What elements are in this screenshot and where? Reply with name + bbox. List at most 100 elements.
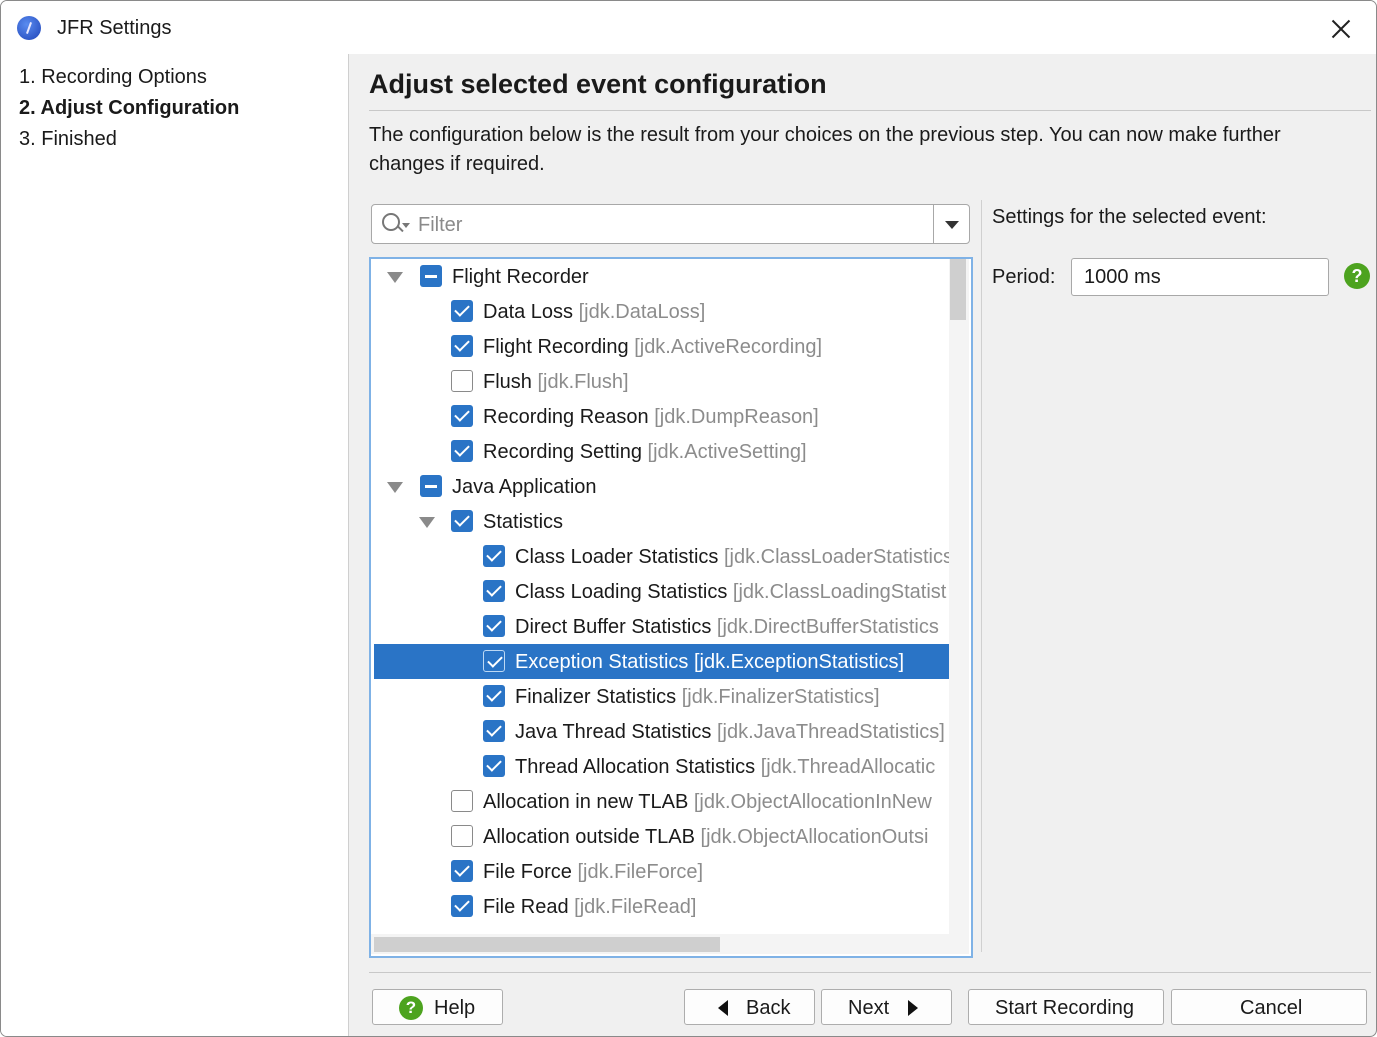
tree-checkbox[interactable] [451, 335, 473, 357]
horizontal-scroll-thumb[interactable] [374, 937, 720, 952]
tree-checkbox[interactable] [451, 510, 473, 532]
tree-row[interactable]: Recording Setting [jdk.ActiveSetting] [374, 434, 949, 469]
tree-checkbox[interactable] [483, 545, 505, 567]
step-finished[interactable]: 3. Finished [19, 128, 117, 151]
tree-row[interactable]: Allocation outside TLAB [jdk.ObjectAlloc… [374, 819, 949, 854]
tree-row-label: Java Application [452, 476, 597, 499]
tree-checkbox[interactable] [451, 405, 473, 427]
next-button[interactable]: Next [821, 989, 952, 1025]
search-options-caret-icon[interactable] [402, 223, 410, 228]
tree-row-label: Flight Recorder [452, 266, 589, 289]
tree-row-label: Recording Setting [jdk.ActiveSetting] [483, 441, 807, 464]
splitter[interactable] [981, 200, 982, 952]
event-name: Statistics [483, 511, 564, 533]
tree-row[interactable]: File Read [jdk.FileRead] [374, 889, 949, 924]
tree-checkbox[interactable] [451, 790, 473, 812]
cancel-button[interactable]: Cancel [1171, 989, 1367, 1025]
divider [369, 972, 1371, 973]
tree-row[interactable]: Flight Recording [jdk.ActiveRecording] [374, 329, 949, 364]
tree-row[interactable]: Exception Statistics [jdk.ExceptionStati… [374, 644, 949, 679]
expand-triangle-icon[interactable] [387, 272, 403, 283]
tree-checkbox[interactable] [483, 580, 505, 602]
window-title: JFR Settings [57, 17, 172, 39]
event-name: Class Loading Statistics [515, 581, 728, 603]
tree-row[interactable]: Allocation in new TLAB [jdk.ObjectAlloca… [374, 784, 949, 819]
search-icon [382, 213, 400, 231]
event-id: [jdk.FinalizerStatistics] [681, 686, 880, 708]
tree-checkbox[interactable] [483, 755, 505, 777]
event-id: [jdk.ClassLoadingStatist [732, 581, 947, 603]
period-field[interactable]: 1000 ms [1071, 258, 1329, 296]
event-id: [jdk.DirectBufferStatistics [716, 616, 939, 638]
settings-title: Settings for the selected event: [992, 206, 1267, 228]
back-button[interactable]: Back [684, 989, 815, 1025]
step-adjust-configuration[interactable]: 2. Adjust Configuration [19, 97, 239, 120]
tree-row[interactable]: Thread Allocation Statistics [jdk.Thread… [374, 749, 949, 784]
page-description: The configuration below is the result fr… [369, 124, 1281, 175]
filter-input[interactable] [416, 211, 920, 239]
tree-row[interactable]: Statistics [374, 504, 949, 539]
event-id: [jdk.DataLoss] [578, 301, 706, 323]
tree-row-label: Thread Allocation Statistics [jdk.Thread… [515, 756, 935, 779]
event-name: Direct Buffer Statistics [515, 616, 712, 638]
event-id: [jdk.ObjectAllocationInNew [693, 791, 932, 813]
start-recording-button[interactable]: Start Recording [968, 989, 1164, 1025]
event-name: File Read [483, 896, 569, 918]
tree-row[interactable]: Data Loss [jdk.DataLoss] [374, 294, 949, 329]
tree-checkbox[interactable] [483, 650, 505, 672]
filter-dropdown-button[interactable] [933, 205, 970, 243]
tree-row[interactable]: Class Loader Statistics [jdk.ClassLoader… [374, 539, 953, 574]
period-label: Period: [992, 266, 1056, 288]
event-name: Java Application [452, 476, 597, 498]
event-id: [jdk.DumpReason] [654, 406, 819, 428]
tree-checkbox[interactable] [483, 615, 505, 637]
event-id: [jdk.ActiveRecording] [634, 336, 823, 358]
tree-checkbox[interactable] [483, 685, 505, 707]
event-name: Flight Recording [483, 336, 629, 358]
next-button-label: Next [848, 997, 890, 1019]
event-id: [jdk.Flush] [537, 371, 629, 393]
tree-row-label: File Read [jdk.FileRead] [483, 896, 696, 919]
main-panel: Adjust selected event configuration The … [349, 54, 1376, 1036]
tree-checkbox[interactable] [451, 860, 473, 882]
tree-row-label: Allocation in new TLAB [jdk.ObjectAlloca… [483, 791, 932, 814]
expand-triangle-icon[interactable] [419, 517, 435, 528]
tree-checkbox[interactable] [451, 300, 473, 322]
tree-row[interactable]: Class Loading Statistics [jdk.ClassLoadi… [374, 574, 949, 609]
tree-checkbox[interactable] [420, 265, 442, 287]
vertical-scroll-thumb[interactable] [950, 259, 966, 320]
expand-triangle-icon[interactable] [387, 482, 403, 493]
tree-row-label: Exception Statistics [jdk.ExceptionStati… [515, 651, 904, 674]
help-button-label: Help [434, 997, 476, 1019]
event-name: Recording Reason [483, 406, 649, 428]
tree-row[interactable]: Finalizer Statistics [jdk.FinalizerStati… [374, 679, 949, 714]
help-button[interactable]: ? Help [372, 989, 503, 1025]
tree-row-label: Allocation outside TLAB [jdk.ObjectAlloc… [483, 826, 928, 849]
vertical-scrollbar[interactable] [949, 259, 969, 934]
jfr-app-icon [17, 16, 41, 40]
back-button-label: Back [746, 997, 791, 1019]
tree-row[interactable]: Direct Buffer Statistics [jdk.DirectBuff… [374, 609, 949, 644]
event-name: Recording Setting [483, 441, 642, 463]
tree-checkbox[interactable] [483, 720, 505, 742]
tree-row[interactable]: Recording Reason [jdk.DumpReason] [374, 399, 949, 434]
tree-checkbox[interactable] [420, 475, 442, 497]
help-icon[interactable]: ? [1344, 263, 1370, 289]
event-name: Class Loader Statistics [515, 546, 719, 568]
tree-checkbox[interactable] [451, 440, 473, 462]
tree-row[interactable]: Java Application [374, 469, 949, 504]
step-recording-options[interactable]: 1. Recording Options [19, 66, 207, 89]
tree-checkbox[interactable] [451, 370, 473, 392]
event-name: Exception Statistics [515, 651, 689, 673]
tree-checkbox[interactable] [451, 825, 473, 847]
tree-checkbox[interactable] [451, 895, 473, 917]
tree-row[interactable]: Flight Recorder [374, 259, 949, 294]
tree-row[interactable]: File Force [jdk.FileForce] [374, 854, 949, 889]
close-icon[interactable] [1319, 10, 1363, 46]
event-tree[interactable]: File Read [jdk.FileRead] File Force [jdk.… [369, 257, 973, 958]
tree-row[interactable]: Java Thread Statistics [jdk.JavaThreadSt… [374, 714, 949, 749]
tree-row[interactable]: Flush [jdk.Flush] [374, 364, 949, 399]
filter-combo[interactable] [371, 204, 970, 244]
cancel-button-label: Cancel [1240, 997, 1303, 1019]
tree-row-label: Statistics [483, 511, 563, 534]
